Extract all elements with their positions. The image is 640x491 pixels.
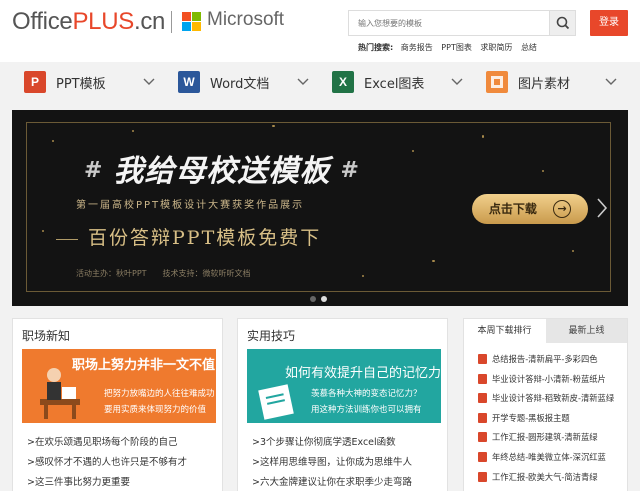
nav-item-ppt[interactable]: P PPT模板 [24,68,164,98]
chevron-down-icon [143,78,155,85]
image-icon [486,71,508,93]
list-item[interactable]: 毕业设计答辩-小清新-粉蓝纸片 [478,373,614,393]
image-caption: 用这种方法训练你也可以拥有 [311,405,422,415]
list-item[interactable]: 年终总结-唯美微立体-深沉红蓝 [478,451,614,471]
nav-item-label: PPT模板 [56,77,106,92]
word-icon: W [178,71,200,93]
tab-new-releases[interactable]: 最新上线 [546,319,627,343]
card-career-news: 职场新知 职场上努力并非一文不值 把努力放嘴边的人往往难成功 要用实质来体现努力… [12,318,223,491]
image-caption: 要用实质来体现努力的价值 [104,405,207,415]
site-header: OfficePLUS.cn Microsoft 登录 热门搜索: 商务报告 PP… [0,0,640,62]
chevron-down-icon [297,78,309,85]
list-item[interactable]: 毕业设计答辩-稻致新皮-清新蓝绿 [478,392,614,412]
hot-searches: 热门搜索: 商务报告 PPT图表 求职简历 总结 [358,42,543,53]
search-box [348,10,576,36]
nav-item-label: 图片素材 [518,77,571,92]
ppt-file-icon [478,393,487,404]
ppt-file-icon [478,373,487,384]
logo-divider [171,11,172,33]
microsoft-wordmark: Microsoft [207,9,285,30]
ppt-file-icon [478,471,487,482]
next-slide-arrow-icon[interactable] [595,196,609,220]
ppt-file-icon [478,451,487,462]
download-cta-button[interactable]: 点击下载 → [472,194,588,224]
tab-weekly-downloads[interactable]: 本周下载排行 [464,319,545,343]
card-title: 实用技巧 [247,329,296,343]
nav-item-label: Word文档 [210,77,270,92]
officeplus-logo[interactable]: OfficePLUS.cn [12,8,165,36]
download-ranking-panel: 本周下载排行 最新上线 总结报告-清新扁平-多彩四色 毕业设计答辩-小清新-粉蓝… [463,318,628,491]
article-link[interactable]: >这三件事比努力更重要 [27,474,187,491]
banner-title: # 我给母校送模板 # [84,154,360,189]
card-practical-tips: 实用技巧 如何有效提升自己的记忆力 羡慕各种大神的变态记忆力？ 用这种方法训练你… [237,318,448,491]
ppt-file-icon [478,432,487,443]
article-link[interactable]: >3个步骤让你彻底学透Excel函数 [252,434,412,454]
article-link[interactable]: >这样用思维导图，让你成为思维牛人 [252,454,412,474]
search-button[interactable] [549,11,575,35]
article-list: >在欢乐颂遇见职场每个阶段的自己 >感叹怀才不遇的人也许只是不够有才 >这三件事… [27,434,187,491]
nav-item-word[interactable]: W Word文档 [178,68,318,98]
carousel-dots [310,287,332,306]
hot-search-link[interactable]: 求职简历 [480,43,512,52]
chevron-down-icon [605,78,617,85]
list-item[interactable]: 总结报告-清新扁平-多彩四色 [478,353,614,373]
carousel-dot[interactable] [310,296,316,302]
image-headline: 职场上努力并非一文不值 [72,358,216,373]
tips-article-image[interactable]: 如何有效提升自己的记忆力 羡慕各种大神的变态记忆力？ 用这种方法训练你也可以拥有 [247,349,441,423]
excel-icon: X [332,71,354,93]
article-link[interactable]: >六大金牌建议让你在求职季少走弯路 [252,474,412,491]
hot-search-link[interactable]: 商务报告 [401,43,433,52]
image-caption: 把努力放嘴边的人往往难成功 [104,389,215,399]
image-headline: 如何有效提升自己的记忆力 [285,366,441,381]
list-item[interactable]: 工作汇报-欧美大气-简洁青绿 [478,471,614,491]
category-nav: P PPT模板 W Word文档 X Excel图表 图片素材 [0,62,640,106]
banner-subtitle: 第一届高校PPT模板设计大赛获奖作品展示 [76,200,305,211]
arrow-right-icon: → [553,200,572,218]
ppt-icon: P [24,71,46,93]
list-item[interactable]: 开学专题-黑板报主题 [478,412,614,432]
nav-item-label: Excel图表 [364,77,425,92]
login-button[interactable]: 登录 [590,10,628,36]
article-link[interactable]: >感叹怀才不遇的人也许只是不够有才 [27,454,187,474]
carousel-dot-active[interactable] [321,296,327,302]
nav-item-images[interactable]: 图片素材 [486,68,626,98]
article-link[interactable]: >在欢乐颂遇见职场每个阶段的自己 [27,434,187,454]
article-list: >3个步骤让你彻底学透Excel函数 >这样用思维导图，让你成为思维牛人 >六大… [252,434,412,491]
list-item[interactable]: 工作汇报-圆形建筑-清新蓝绿 [478,431,614,451]
hot-search-link[interactable]: PPT图表 [441,43,472,52]
nav-item-excel[interactable]: X Excel图表 [332,68,472,98]
image-caption: 羡慕各种大神的变态记忆力？ [311,389,422,399]
ppt-file-icon [478,354,487,364]
ranking-list: 总结报告-清新扁平-多彩四色 毕业设计答辩-小清新-粉蓝纸片 毕业设计答辩-稻致… [478,353,614,490]
search-input[interactable] [349,11,549,35]
banner-headline: 百份答辩PPT模板免费下 [46,223,321,250]
card-title: 职场新知 [22,329,71,343]
notebook-illustration [258,384,294,420]
hot-search-label: 热门搜索: [358,43,394,52]
microsoft-logo-icon [182,12,201,31]
banner-credits: 活动主办：秋叶PPT 技术支持：微软听听文档 [76,269,251,278]
search-icon [556,16,570,30]
promo-banner[interactable]: # 我给母校送模板 # 第一届高校PPT模板设计大赛获奖作品展示 百份答辩PPT模板… [12,110,628,306]
career-article-image[interactable]: 职场上努力并非一文不值 把努力放嘴边的人往往难成功 要用实质来体现努力的价值 [22,349,216,423]
chevron-down-icon [451,78,463,85]
hot-search-link[interactable]: 总结 [521,43,537,52]
ranking-tabs: 本周下载排行 最新上线 [464,319,627,343]
ppt-file-icon [478,412,487,423]
